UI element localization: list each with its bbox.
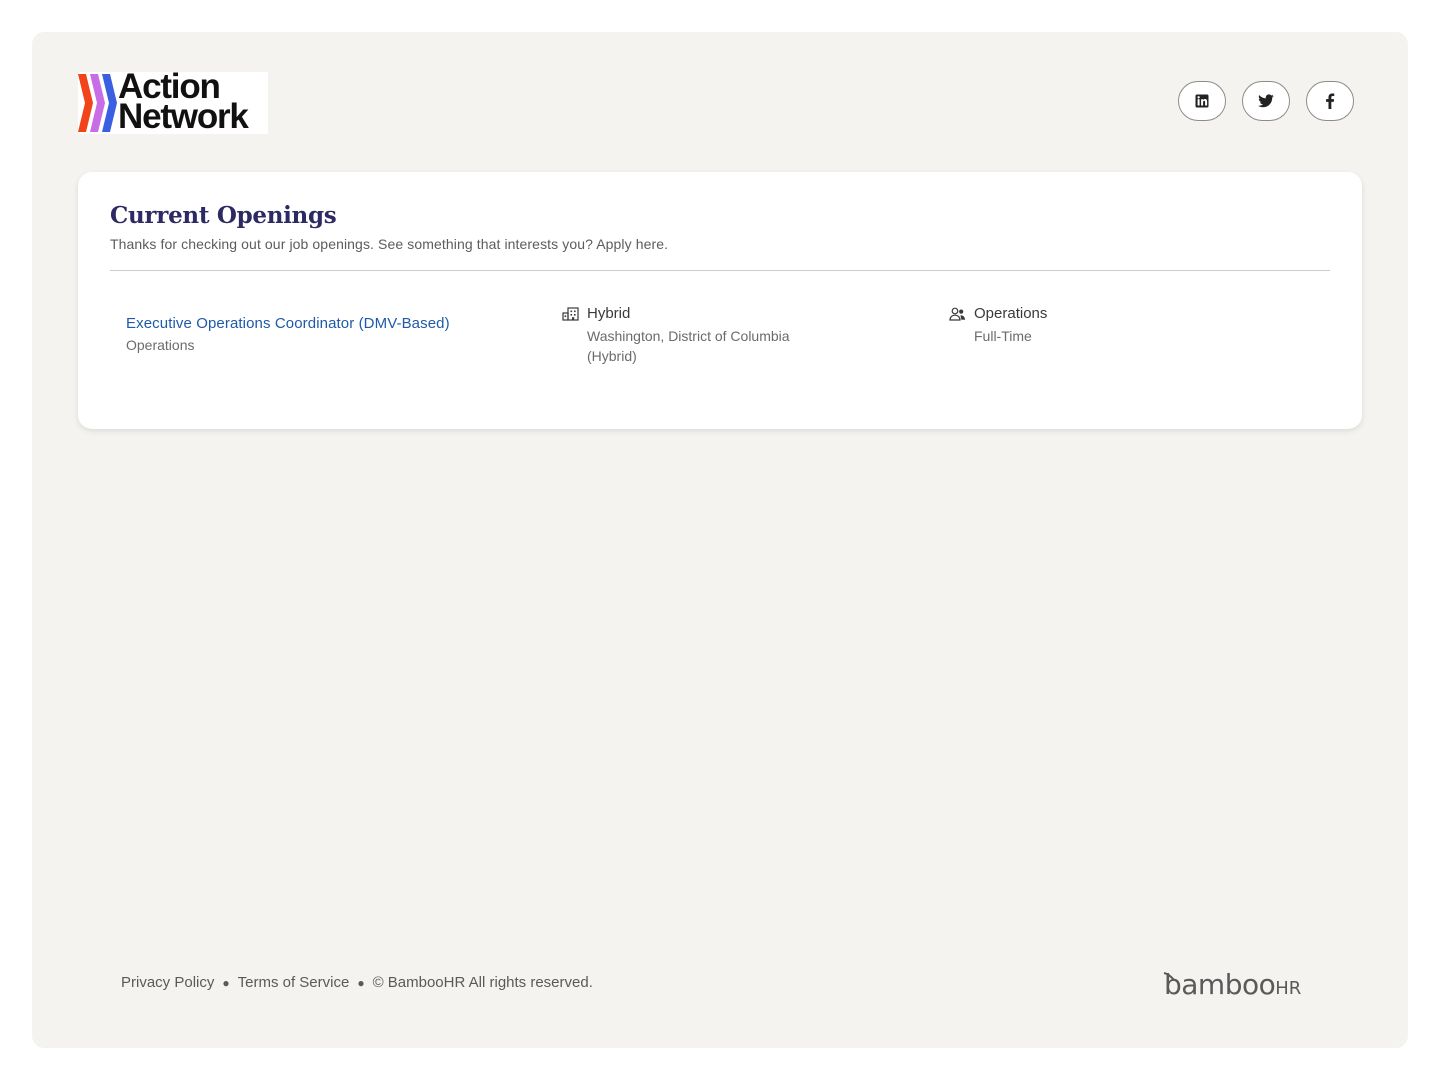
logo-line-2: Network bbox=[118, 97, 249, 136]
building-icon bbox=[562, 307, 579, 321]
openings-card: Current Openings Thanks for checking out… bbox=[78, 172, 1362, 429]
logo-chevrons-icon bbox=[78, 74, 117, 132]
copyright-text: © BambooHR All rights reserved. bbox=[372, 974, 593, 991]
logo-wordmark: Action Network bbox=[118, 69, 249, 136]
linkedin-button[interactable] bbox=[1178, 81, 1226, 121]
facebook-icon bbox=[1326, 93, 1335, 109]
job-title-link[interactable]: Executive Operations Coordinator (DMV-Ba… bbox=[126, 315, 450, 332]
employment-type: Full-Time bbox=[974, 328, 1032, 344]
bamboohr-logo-main: bamboo bbox=[1164, 968, 1276, 1001]
divider bbox=[110, 270, 1330, 271]
linkedin-icon bbox=[1195, 94, 1209, 108]
page-subtitle: Thanks for checking out our job openings… bbox=[110, 236, 669, 252]
location-text: Washington, District of Columbia (Hybrid… bbox=[587, 328, 790, 364]
page-title: Current Openings bbox=[110, 202, 337, 229]
terms-of-service-link[interactable]: Terms of Service bbox=[238, 974, 350, 991]
bamboohr-logo-suffix: HR bbox=[1275, 978, 1302, 999]
location-type: Hybrid bbox=[587, 305, 631, 322]
separator-dot: ● bbox=[357, 975, 365, 990]
people-icon bbox=[949, 307, 965, 321]
social-links bbox=[1178, 81, 1354, 121]
privacy-policy-link[interactable]: Privacy Policy bbox=[121, 974, 214, 991]
job-department: Operations bbox=[126, 337, 195, 353]
page-frame: Action Network Current Openings Thanks f… bbox=[32, 32, 1408, 1048]
action-network-logo[interactable]: Action Network bbox=[78, 69, 268, 136]
facebook-button[interactable] bbox=[1306, 81, 1354, 121]
twitter-icon bbox=[1258, 94, 1274, 108]
separator-dot: ● bbox=[222, 975, 230, 990]
footer-links: Privacy Policy ● Terms of Service ● © Ba… bbox=[121, 974, 593, 991]
bamboohr-logo[interactable]: bambooHR bbox=[1164, 968, 1301, 1001]
team-name: Operations bbox=[974, 305, 1048, 322]
twitter-button[interactable] bbox=[1242, 81, 1290, 121]
